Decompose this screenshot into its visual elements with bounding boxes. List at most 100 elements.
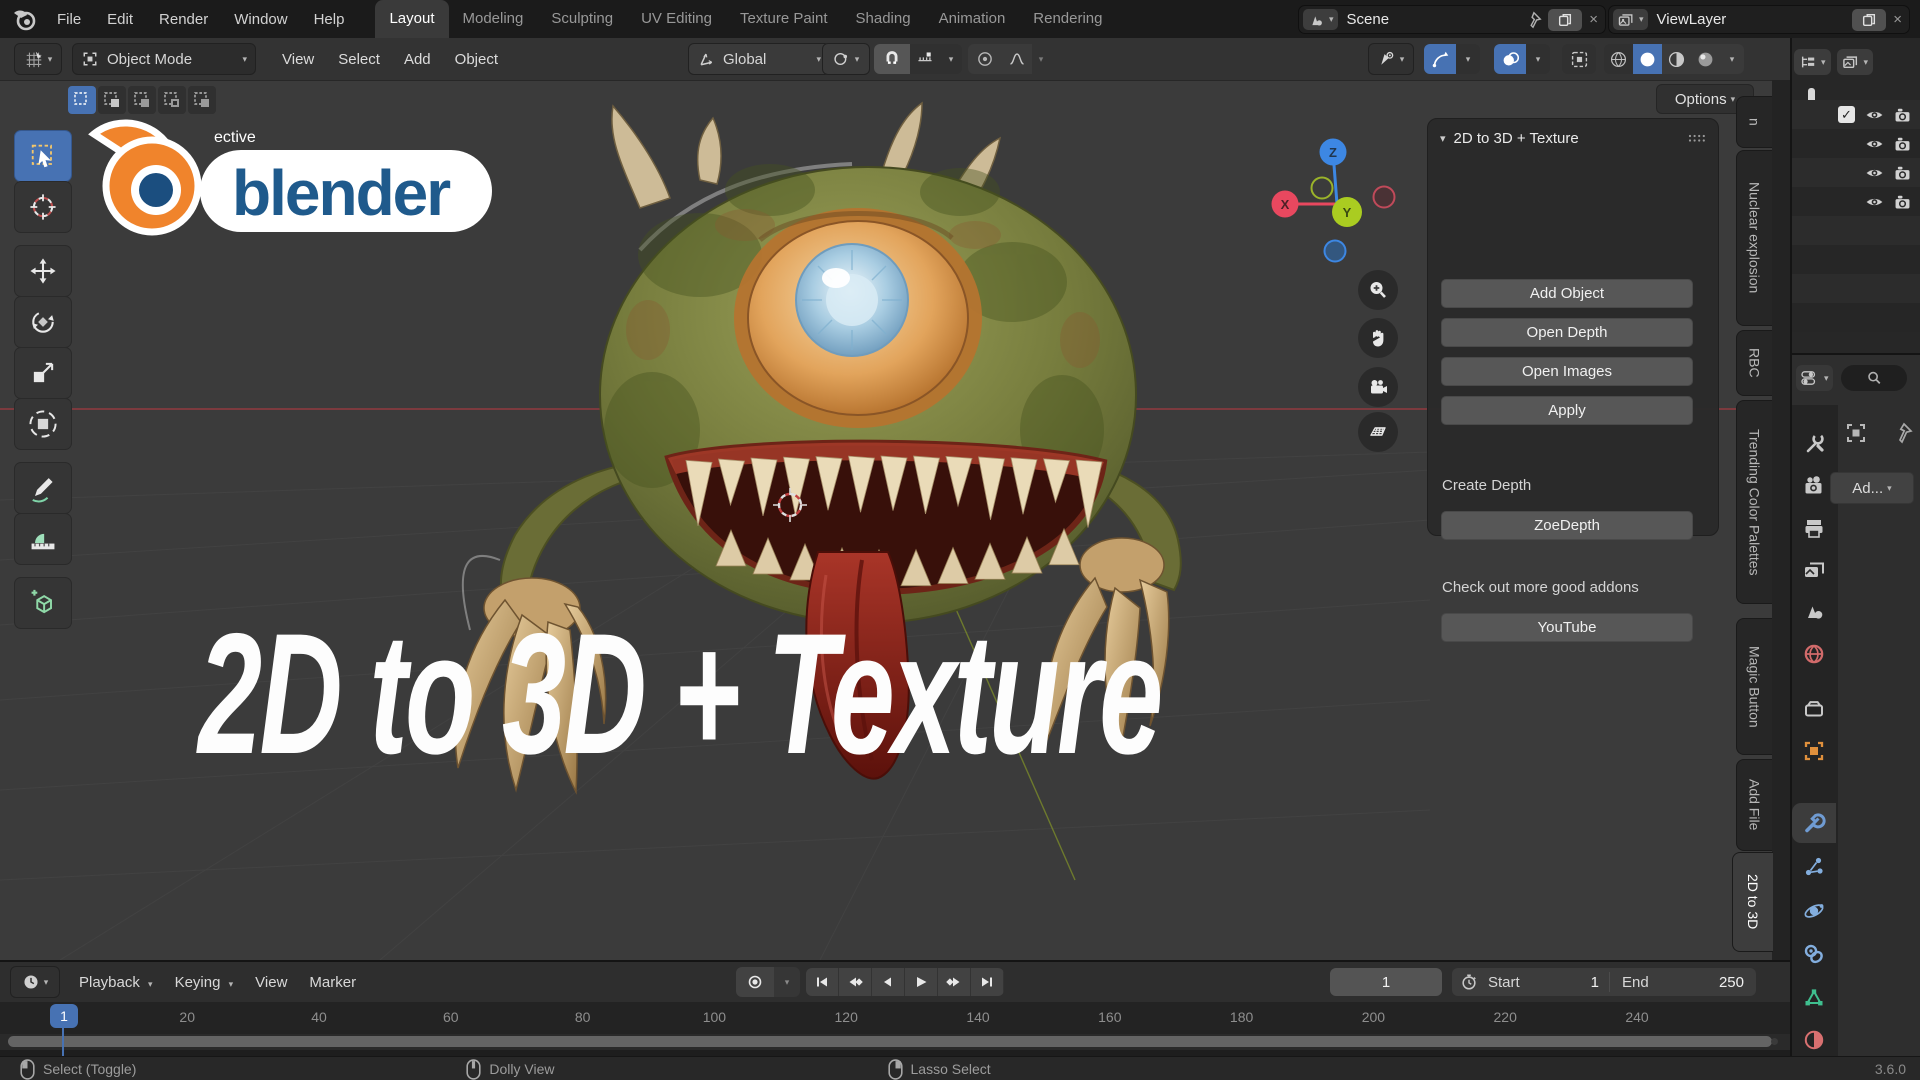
select-mode-invert[interactable] <box>158 86 186 114</box>
hide-viewport-icon[interactable] <box>1865 194 1884 210</box>
outliner-display-mode[interactable]: ▾ <box>1794 49 1831 75</box>
select-mode-intersect[interactable] <box>188 86 216 114</box>
viewport-menu-select[interactable]: Select <box>326 51 392 68</box>
falloff-dropdown[interactable]: ▾ <box>1032 44 1050 74</box>
viewport-menu-view[interactable]: View <box>270 51 326 68</box>
zoom-button[interactable] <box>1358 270 1398 310</box>
sidebar-tab-2d-to-3d[interactable]: 2D to 3D <box>1732 852 1773 952</box>
viewport-menu-object[interactable]: Object <box>443 51 510 68</box>
properties-tab-material[interactable] <box>1792 1020 1836 1060</box>
properties-tab-mesh-data[interactable] <box>1792 977 1836 1017</box>
gizmos-dropdown[interactable]: ▾ <box>1456 44 1480 74</box>
prev-frame-button[interactable] <box>872 968 905 996</box>
shading-wireframe[interactable] <box>1604 44 1633 74</box>
tool-move[interactable] <box>14 245 72 297</box>
tool-cursor[interactable] <box>14 181 72 233</box>
jump-end-button[interactable] <box>971 968 1004 996</box>
hide-viewport-icon[interactable] <box>1865 107 1884 123</box>
properties-search[interactable] <box>1841 365 1907 391</box>
hide-viewport-icon[interactable] <box>1865 165 1884 181</box>
outliner-row[interactable]: ✓ <box>1792 100 1920 129</box>
play-button[interactable] <box>905 968 938 996</box>
disable-render-icon[interactable] <box>1893 106 1912 123</box>
workspace-tab-layout[interactable]: Layout <box>375 0 448 38</box>
properties-tab-constraints[interactable] <box>1792 934 1836 974</box>
snap-to-button[interactable] <box>910 44 940 74</box>
properties-tab-tool[interactable] <box>1792 423 1836 463</box>
tool-transform[interactable] <box>14 398 72 450</box>
select-mode-subtract[interactable] <box>128 86 156 114</box>
scene-name[interactable]: Scene <box>1347 11 1525 28</box>
viewlayer-remove-button[interactable]: × <box>1886 11 1909 28</box>
disable-render-icon[interactable] <box>1893 164 1912 181</box>
viewlayer-name[interactable]: ViewLayer <box>1657 11 1853 28</box>
timeline-scrollbar[interactable] <box>8 1036 1772 1047</box>
proportional-toggle[interactable] <box>968 44 1002 74</box>
navigation-gizmo[interactable]: Z X Y <box>1265 125 1415 275</box>
select-mode-set[interactable] <box>68 86 96 114</box>
properties-tab-view-layer[interactable] <box>1792 550 1836 590</box>
workspace-tab-texture-paint[interactable]: Texture Paint <box>726 0 842 38</box>
properties-tab-output[interactable] <box>1792 508 1836 548</box>
menu-help[interactable]: Help <box>301 11 358 28</box>
disable-render-icon[interactable] <box>1893 193 1912 210</box>
current-frame-field[interactable]: 1 <box>1330 968 1442 996</box>
sidebar-tab-rbc[interactable]: RBC <box>1736 330 1772 396</box>
scene-copy-button[interactable] <box>1548 9 1582 31</box>
keying-set-dropdown[interactable]: ▾ <box>774 967 800 997</box>
next-keyframe-button[interactable] <box>938 968 971 996</box>
stopwatch-icon[interactable] <box>1460 973 1478 991</box>
prev-keyframe-button[interactable] <box>839 968 872 996</box>
select-mode-extend[interactable] <box>98 86 126 114</box>
panel-title[interactable]: 2D to 3D + Texture <box>1454 130 1688 147</box>
hide-viewport-icon[interactable] <box>1865 136 1884 152</box>
properties-tab-object[interactable] <box>1792 731 1836 771</box>
playhead-badge[interactable]: 1 <box>50 1004 78 1028</box>
panel-grip-icon[interactable] <box>1688 133 1706 143</box>
workspace-tab-modeling[interactable]: Modeling <box>449 0 538 38</box>
menu-render[interactable]: Render <box>146 11 221 28</box>
properties-tab-collection[interactable] <box>1792 689 1836 729</box>
editor-type-button[interactable]: ▾ <box>14 43 62 75</box>
outliner-row[interactable] <box>1792 158 1920 187</box>
visibility-button[interactable]: ▾ <box>1368 43 1414 75</box>
maximize-area-icon[interactable] <box>1844 421 1868 445</box>
timeline-editor-type[interactable]: ▾ <box>10 966 60 998</box>
viewport-menu-add[interactable]: Add <box>392 51 443 68</box>
sidebar-tab-magic-button[interactable]: Magic Button <box>1736 618 1772 755</box>
start-frame-field[interactable]: Start 1 <box>1478 974 1609 991</box>
scene-browse-button[interactable]: ▾ <box>1303 9 1338 30</box>
add-modifier-button[interactable]: Ad... ▾ <box>1830 472 1914 504</box>
auto-key-toggle[interactable] <box>736 967 774 997</box>
snap-dropdown[interactable]: ▾ <box>940 44 962 74</box>
viewlayer-copy-button[interactable] <box>1852 9 1886 31</box>
viewlayer-browse-button[interactable]: ▾ <box>1613 9 1648 30</box>
tool-rotate[interactable] <box>14 296 72 348</box>
properties-tab-modifiers[interactable] <box>1792 803 1836 843</box>
workspace-tab-shading[interactable]: Shading <box>842 0 925 38</box>
snap-toggle[interactable] <box>874 44 910 74</box>
tool-measure[interactable] <box>14 513 72 565</box>
properties-tab-world[interactable] <box>1792 634 1836 674</box>
open-depth-button[interactable]: Open Depth <box>1441 318 1693 347</box>
scene-unlink-button[interactable]: × <box>1582 11 1605 28</box>
tool-scale[interactable] <box>14 347 72 399</box>
pivot-point-button[interactable]: ▾ <box>822 43 870 75</box>
add-object-button[interactable]: Add Object <box>1441 279 1693 308</box>
shading-rendered[interactable] <box>1691 44 1720 74</box>
overlays-toggle[interactable] <box>1494 44 1526 74</box>
xray-toggle[interactable] <box>1562 44 1596 74</box>
workspace-tab-sculpting[interactable]: Sculpting <box>537 0 627 38</box>
properties-tab-physics[interactable] <box>1792 891 1836 931</box>
overlays-dropdown[interactable]: ▾ <box>1526 44 1550 74</box>
sidebar-tab-nuclear-explosion[interactable]: Nuclear explosion <box>1736 150 1772 326</box>
pin-icon[interactable] <box>1524 11 1542 29</box>
outliner-filter-button[interactable]: ▾ <box>1837 49 1874 75</box>
workspace-tab-animation[interactable]: Animation <box>925 0 1020 38</box>
camera-view-button[interactable] <box>1358 367 1398 407</box>
timeline-menu-keying[interactable]: Keying ▾ <box>164 974 245 991</box>
menu-file[interactable]: File <box>44 11 94 28</box>
workspace-tab-rendering[interactable]: Rendering <box>1019 0 1116 38</box>
transform-orientation[interactable]: Global ▾ <box>688 43 830 75</box>
open-images-button[interactable]: Open Images <box>1441 357 1693 386</box>
